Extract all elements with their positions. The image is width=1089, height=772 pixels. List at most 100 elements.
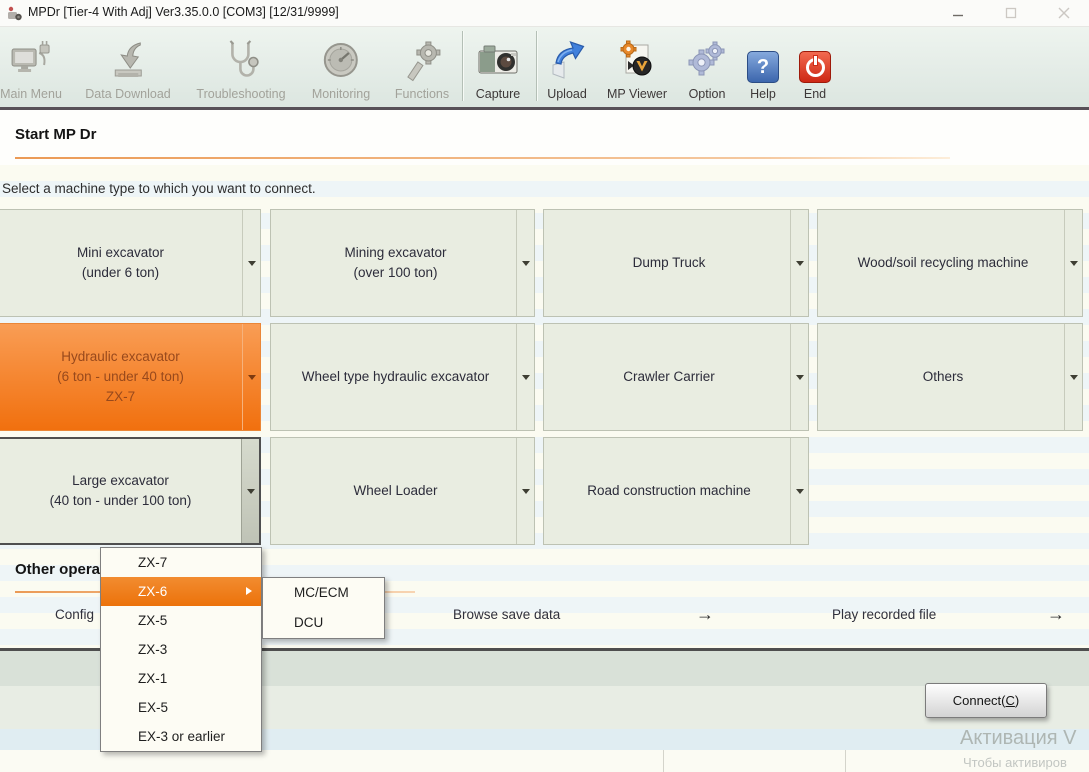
connect-button[interactable]: Connect(C) [925,683,1047,718]
mp-viewer-icon [615,39,659,83]
browse-save-data-arrow-icon[interactable]: → [696,604,714,625]
dropdown-arrow-strip[interactable] [790,438,808,544]
dropdown-arrow-strip[interactable] [516,324,534,430]
toolbar-separator [462,31,463,101]
toolbar-help-button[interactable]: ? Help [747,35,779,101]
machine-button-hydraulic-excavator[interactable]: Hydraulic excavator(6 ton - under 40 ton… [0,323,261,431]
background-grid-line [845,750,846,772]
menu-item-zx6[interactable]: ZX-6 [101,577,261,606]
title-bar: MPDr [Tier-4 With Adj] Ver3.35.0.0 [COM3… [0,0,1089,27]
submenu-item-dcu[interactable]: DCU [263,608,384,638]
toolbar-monitoring-button[interactable]: Monitoring [312,35,370,101]
button-label: Wheel Loader [353,481,437,501]
option-icon [685,39,729,83]
dropdown-arrow-strip[interactable] [1064,324,1082,430]
connect-label: Connect( [953,693,1006,708]
dropdown-arrow-strip[interactable] [242,324,260,430]
button-label: Hydraulic excavator [57,347,184,367]
dropdown-arrow-strip[interactable] [1064,210,1082,316]
windows-activation-watermark: Активация V [960,727,1077,750]
dropdown-arrow-strip[interactable] [516,438,534,544]
play-recorded-file-link[interactable]: Play recorded file [832,607,936,622]
maximize-icon [1005,7,1017,19]
dropdown-arrow-strip[interactable] [242,210,260,316]
toolbar-separator [536,31,537,101]
menu-item-zx3[interactable]: ZX-3 [101,635,261,664]
close-icon [1058,7,1070,19]
help-glyph: ? [757,56,769,79]
dropdown-arrow-strip[interactable] [516,210,534,316]
toolbar-main-menu-button[interactable]: Main Menu [0,35,62,101]
toolbar-label: Help [750,87,776,101]
toolbar-capture-button[interactable]: Capture [475,35,521,101]
browse-save-data-link[interactable]: Browse save data [453,607,560,622]
button-label: Wheel type hydraulic excavator [302,367,490,387]
toolbar-upload-button[interactable]: Upload [545,35,589,101]
machine-button-others[interactable]: Others [817,323,1083,431]
menu-item-ex3-or-earlier[interactable]: EX-3 or earlier [101,722,261,751]
submenu-arrow-icon [246,587,252,595]
menu-item-zx5[interactable]: ZX-5 [101,606,261,635]
dropdown-arrow-strip[interactable] [790,210,808,316]
toolbar-end-button[interactable]: End [799,35,831,101]
toolbar-label: Main Menu [0,87,62,101]
machine-button-wood-soil-recycling[interactable]: Wood/soil recycling machine [817,209,1083,317]
toolbar-label: Data Download [85,87,170,101]
toolbar-label: MP Viewer [607,87,667,101]
button-label: Crawler Carrier [623,367,715,387]
machine-button-mini-excavator[interactable]: Mini excavator(under 6 ton) [0,209,261,317]
maximize-button[interactable] [988,0,1034,26]
dropdown-arrow-icon [247,489,255,494]
windows-activation-watermark: Чтобы активиров [963,755,1067,770]
functions-icon [400,39,444,83]
connect-accesskey: C [1006,693,1015,708]
help-icon: ? [747,51,779,83]
machine-button-wheel-loader[interactable]: Wheel Loader [270,437,535,545]
config-link[interactable]: Config [55,607,94,622]
menu-item-zx7[interactable]: ZX-7 [101,548,261,577]
machine-button-wheel-type-hydraulic-excavator[interactable]: Wheel type hydraulic excavator [270,323,535,431]
menu-item-zx1[interactable]: ZX-1 [101,664,261,693]
menu-item-ex5[interactable]: EX-5 [101,693,261,722]
button-label: Large excavator [50,471,192,491]
page-title: Start MP Dr [15,126,96,143]
machine-button-road-construction-machine[interactable]: Road construction machine [543,437,809,545]
machine-button-crawler-carrier[interactable]: Crawler Carrier [543,323,809,431]
play-recorded-file-arrow-icon[interactable]: → [1047,604,1065,625]
button-label: (over 100 ton) [344,263,446,283]
toolbar-label: Upload [547,87,587,101]
dropdown-arrow-strip[interactable] [790,324,808,430]
toolbar-label: End [804,87,826,101]
capture-icon [475,39,521,83]
data-download-icon [106,39,150,83]
button-label: Others [923,367,964,387]
upload-icon [545,39,589,83]
page-header: Start MP Dr [0,110,1089,165]
machine-button-mining-excavator[interactable]: Mining excavator(over 100 ton) [270,209,535,317]
bottom-band [0,750,1089,772]
power-icon [799,51,831,83]
button-label: (6 ton - under 40 ton) [57,367,184,387]
button-label: Wood/soil recycling machine [858,253,1029,273]
toolbar-troubleshooting-button[interactable]: Troubleshooting [196,35,285,101]
toolbar-label: Monitoring [312,87,370,101]
dropdown-arrow-strip[interactable] [241,439,259,543]
background-grid-line [663,750,664,772]
main-menu-icon [9,39,53,83]
toolbar-label: Capture [476,87,520,101]
machine-button-dump-truck[interactable]: Dump Truck [543,209,809,317]
window-title: MPDr [Tier-4 With Adj] Ver3.35.0.0 [COM3… [28,5,339,19]
button-label: Dump Truck [633,253,706,273]
close-button[interactable] [1041,0,1087,26]
toolbar-label: Functions [395,87,449,101]
connect-label: ) [1015,693,1019,708]
machine-button-large-excavator[interactable]: Large excavator(40 ton - under 100 ton) [0,437,261,545]
minimize-button[interactable] [935,0,981,26]
menu-item-label: ZX-6 [138,584,167,599]
toolbar-data-download-button[interactable]: Data Download [85,35,170,101]
toolbar-mp-viewer-button[interactable]: MP Viewer [607,35,667,101]
toolbar-functions-button[interactable]: Functions [395,35,449,101]
submenu-item-mc-ecm[interactable]: MC/ECM [263,578,384,608]
title-underline [15,157,950,159]
toolbar-option-button[interactable]: Option [685,35,729,101]
